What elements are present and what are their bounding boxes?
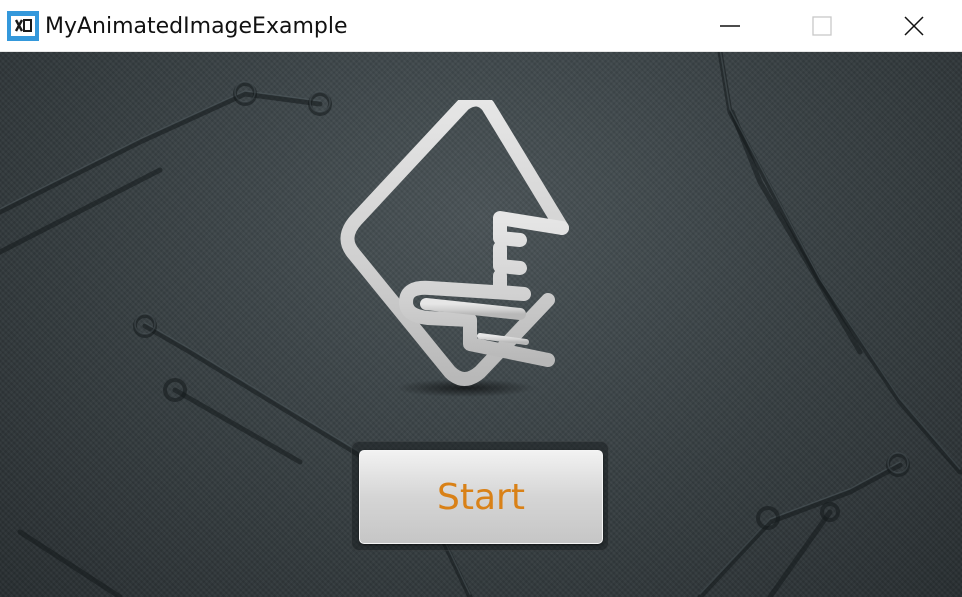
maximize-button[interactable] (776, 0, 868, 52)
xamarin-app-icon (7, 11, 39, 41)
window-title: MyAnimatedImageExample (45, 14, 348, 39)
minimize-button[interactable] (684, 0, 776, 52)
ruler-hand-logo-icon (340, 100, 569, 397)
app-window: MyAnimatedImageExample Start (0, 0, 962, 597)
content-area: Start (0, 52, 962, 597)
maximize-icon (812, 16, 832, 36)
close-button[interactable] (868, 0, 960, 52)
start-button[interactable]: Start (359, 450, 603, 544)
title-bar[interactable]: MyAnimatedImageExample (0, 0, 962, 52)
close-icon (904, 16, 924, 36)
minimize-icon (720, 25, 740, 27)
